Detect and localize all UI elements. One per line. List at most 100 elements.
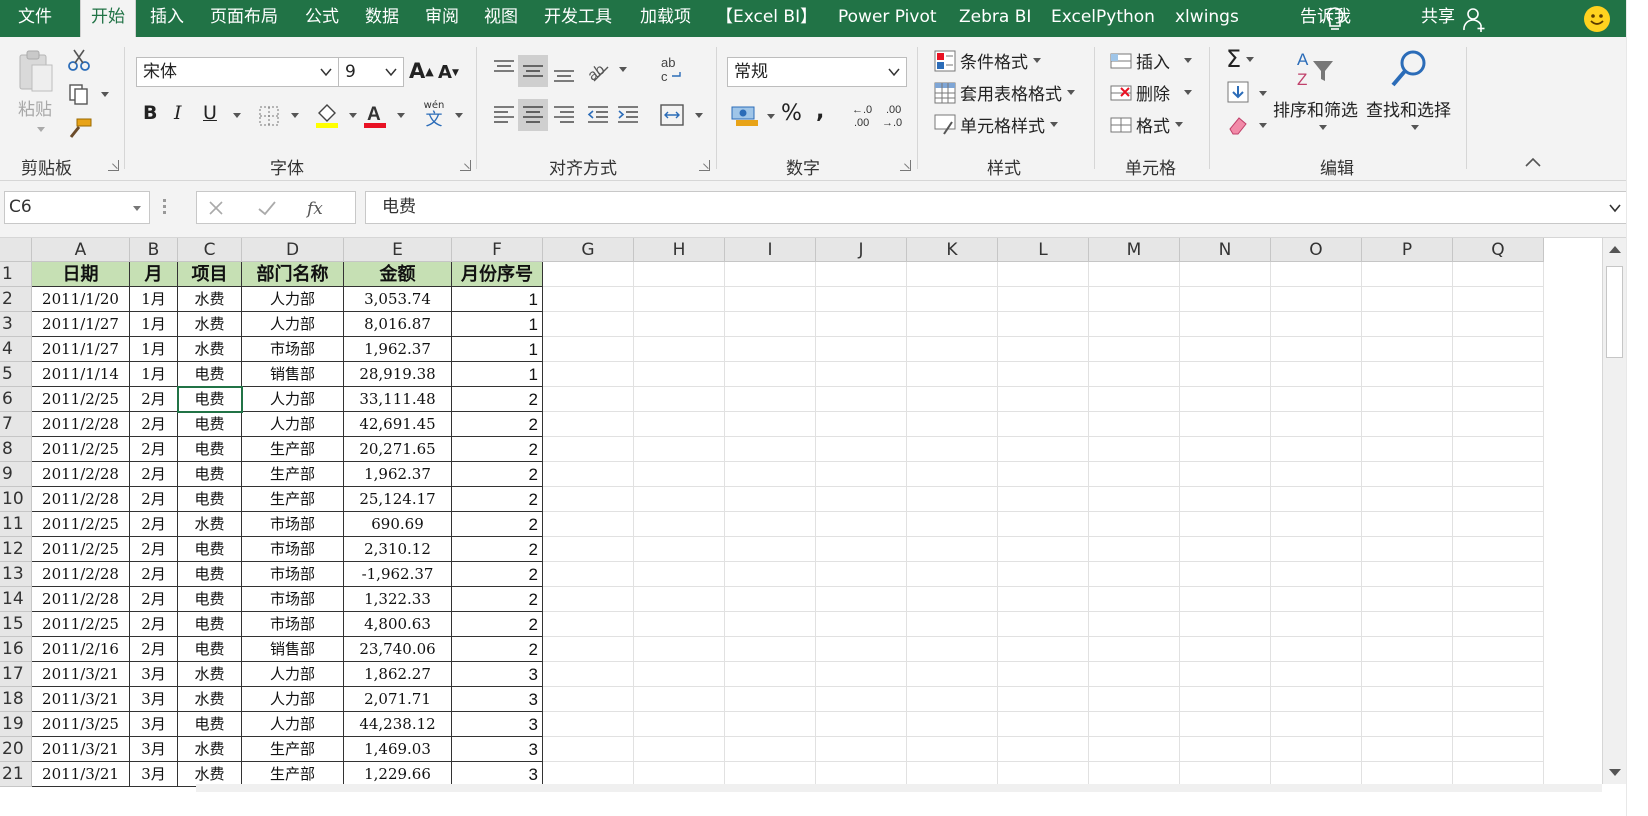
- orientation-icon[interactable]: ab: [584, 57, 612, 85]
- empty-cell[interactable]: [1089, 287, 1180, 312]
- cell-month-index[interactable]: 1: [452, 312, 543, 337]
- empty-cell[interactable]: [543, 362, 634, 387]
- cell-date[interactable]: 2011/2/28: [32, 562, 130, 587]
- empty-cell[interactable]: [1180, 662, 1271, 687]
- empty-cell[interactable]: [1180, 687, 1271, 712]
- cell-date[interactable]: 2011/3/21: [32, 662, 130, 687]
- empty-cell[interactable]: [1271, 387, 1362, 412]
- cell-date[interactable]: 2011/2/28: [32, 412, 130, 437]
- column-header[interactable]: N: [1180, 238, 1271, 262]
- empty-cell[interactable]: [634, 737, 725, 762]
- empty-cell[interactable]: [1362, 637, 1453, 662]
- cell-month[interactable]: 1月: [130, 337, 178, 362]
- cell-date[interactable]: 2011/1/14: [32, 362, 130, 387]
- empty-cell[interactable]: [1180, 262, 1271, 287]
- empty-cell[interactable]: [998, 737, 1089, 762]
- empty-cell[interactable]: [1453, 712, 1544, 737]
- cell-amount[interactable]: 3,053.74: [344, 287, 452, 312]
- empty-cell[interactable]: [1453, 312, 1544, 337]
- enter-check-icon[interactable]: [257, 199, 277, 217]
- cell-item[interactable]: 水费: [178, 287, 242, 312]
- empty-cell[interactable]: [1271, 437, 1362, 462]
- empty-cell[interactable]: [1453, 537, 1544, 562]
- empty-cell[interactable]: [816, 712, 907, 737]
- empty-cell[interactable]: [634, 462, 725, 487]
- row-header[interactable]: 18: [0, 687, 32, 712]
- empty-cell[interactable]: [1362, 687, 1453, 712]
- empty-cell[interactable]: [725, 287, 816, 312]
- empty-cell[interactable]: [543, 712, 634, 737]
- empty-cell[interactable]: [1453, 412, 1544, 437]
- empty-cell[interactable]: [998, 662, 1089, 687]
- cell-item[interactable]: 水费: [178, 512, 242, 537]
- empty-cell[interactable]: [1271, 687, 1362, 712]
- empty-cell[interactable]: [543, 487, 634, 512]
- empty-cell[interactable]: [1362, 487, 1453, 512]
- row-header[interactable]: 3: [0, 312, 32, 337]
- column-header[interactable]: Q: [1453, 238, 1544, 262]
- empty-cell[interactable]: [725, 712, 816, 737]
- empty-cell[interactable]: [907, 287, 998, 312]
- empty-cell[interactable]: [1362, 462, 1453, 487]
- format-painter-icon[interactable]: [67, 117, 93, 141]
- empty-cell[interactable]: [1180, 487, 1271, 512]
- empty-cell[interactable]: [725, 587, 816, 612]
- cell-department[interactable]: 市场部: [242, 512, 344, 537]
- insert-function-fx-icon[interactable]: fx: [305, 197, 331, 219]
- empty-cell[interactable]: [1271, 562, 1362, 587]
- empty-cell[interactable]: [725, 387, 816, 412]
- empty-cell[interactable]: [543, 637, 634, 662]
- column-header[interactable]: C: [178, 238, 242, 262]
- cell-item[interactable]: 电费: [178, 387, 242, 412]
- italic-icon[interactable]: I: [174, 102, 182, 124]
- font-size-combo[interactable]: 9: [338, 57, 404, 87]
- empty-cell[interactable]: [634, 712, 725, 737]
- empty-cell[interactable]: [725, 487, 816, 512]
- cell-department[interactable]: 销售部: [242, 637, 344, 662]
- clear-dropdown-caret[interactable]: [1259, 123, 1267, 128]
- phonetic-dropdown-caret[interactable]: [455, 113, 463, 118]
- cell-month[interactable]: 3月: [130, 712, 178, 737]
- empty-cell[interactable]: [1089, 737, 1180, 762]
- wrap-text-icon[interactable]: ab c: [658, 55, 686, 85]
- empty-cell[interactable]: [816, 412, 907, 437]
- merge-center-icon[interactable]: [658, 101, 686, 129]
- empty-cell[interactable]: [1180, 712, 1271, 737]
- header-month-index[interactable]: 月份序号: [452, 262, 543, 287]
- empty-cell[interactable]: [1362, 262, 1453, 287]
- empty-cell[interactable]: [543, 612, 634, 637]
- empty-cell[interactable]: [725, 687, 816, 712]
- empty-cell[interactable]: [725, 337, 816, 362]
- empty-cell[interactable]: [1089, 362, 1180, 387]
- empty-cell[interactable]: [998, 462, 1089, 487]
- empty-cell[interactable]: [1362, 387, 1453, 412]
- column-header[interactable]: K: [907, 238, 998, 262]
- empty-cell[interactable]: [998, 387, 1089, 412]
- empty-cell[interactable]: [634, 262, 725, 287]
- font-color-dropdown-caret[interactable]: [397, 113, 405, 118]
- phonetic-guide-icon[interactable]: wén 文: [420, 100, 448, 130]
- row-header[interactable]: 5: [0, 362, 32, 387]
- increase-decimal-icon[interactable]: ←.0 .00: [848, 101, 876, 129]
- cell-month[interactable]: 2月: [130, 387, 178, 412]
- empty-cell[interactable]: [998, 487, 1089, 512]
- empty-cell[interactable]: [1453, 737, 1544, 762]
- empty-cell[interactable]: [998, 612, 1089, 637]
- empty-cell[interactable]: [543, 387, 634, 412]
- empty-cell[interactable]: [1453, 487, 1544, 512]
- column-header[interactable]: E: [344, 238, 452, 262]
- empty-cell[interactable]: [1453, 612, 1544, 637]
- empty-cell[interactable]: [998, 437, 1089, 462]
- empty-cell[interactable]: [907, 337, 998, 362]
- empty-cell[interactable]: [725, 562, 816, 587]
- merge-dropdown-caret[interactable]: [695, 113, 703, 118]
- empty-cell[interactable]: [907, 587, 998, 612]
- empty-cell[interactable]: [816, 337, 907, 362]
- cell-department[interactable]: 人力部: [242, 662, 344, 687]
- empty-cell[interactable]: [816, 537, 907, 562]
- sort-filter-icon[interactable]: A Z: [1295, 47, 1339, 91]
- empty-cell[interactable]: [1362, 337, 1453, 362]
- empty-cell[interactable]: [1180, 462, 1271, 487]
- row-header[interactable]: 16: [0, 637, 32, 662]
- empty-cell[interactable]: [1362, 512, 1453, 537]
